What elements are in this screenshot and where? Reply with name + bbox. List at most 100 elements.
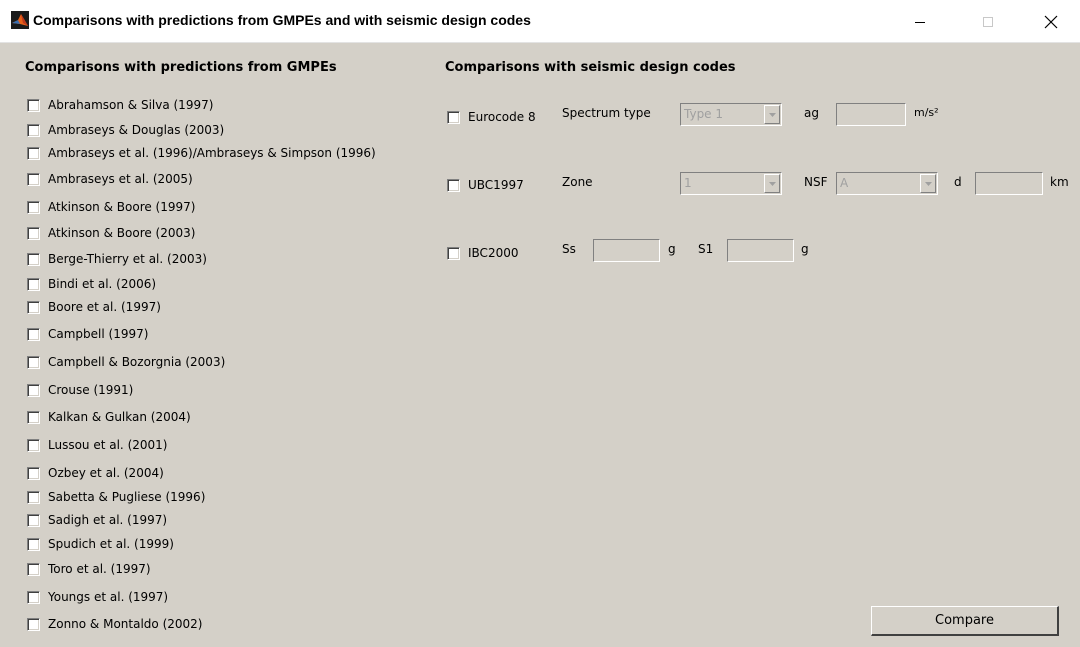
maximize-button[interactable] [965, 0, 1011, 43]
checkbox-box[interactable] [27, 537, 40, 551]
gmpe-checkbox[interactable]: Sadigh et al. (1997) [27, 512, 167, 528]
gmpe-checkbox[interactable]: Ambraseys et al. (1996)/Ambraseys & Simp… [27, 145, 376, 161]
checkbox-box[interactable] [27, 277, 40, 291]
gmpe-checkbox[interactable]: Crouse (1991) [27, 382, 133, 398]
gmpe-checkbox[interactable]: Ambraseys & Douglas (2003) [27, 122, 224, 138]
gmpe-checkbox[interactable]: Boore et al. (1997) [27, 299, 161, 315]
checkbox-box[interactable] [27, 410, 40, 424]
checkbox-box[interactable] [27, 252, 40, 266]
gmpe-checkbox[interactable]: Kalkan & Gulkan (2004) [27, 409, 191, 425]
ss-input[interactable] [593, 239, 660, 262]
minimize-icon [915, 21, 925, 23]
gmpe-checkbox[interactable]: Lussou et al. (2001) [27, 437, 167, 453]
checkbox-box[interactable] [27, 200, 40, 214]
gmpe-checkbox[interactable]: Campbell (1997) [27, 326, 148, 342]
checkbox-box[interactable] [27, 123, 40, 137]
checkbox-box[interactable] [27, 617, 40, 631]
checkbox-box[interactable] [27, 327, 40, 341]
d-unit: km [1050, 175, 1069, 189]
spectrum-type-value: Type 1 [684, 107, 724, 121]
gmpe-checkbox-label: Toro et al. (1997) [48, 562, 151, 576]
gmpe-checkbox-label: Abrahamson & Silva (1997) [48, 98, 214, 112]
ubc1997-label: UBC1997 [468, 178, 524, 192]
gmpe-checkbox[interactable]: Atkinson & Boore (2003) [27, 225, 195, 241]
gmpe-checkbox-label: Atkinson & Boore (1997) [48, 200, 196, 214]
eurocode8-checkbox[interactable]: Eurocode 8 [447, 109, 536, 125]
checkbox-box[interactable] [447, 178, 460, 192]
checkbox-box[interactable] [27, 355, 40, 369]
ubc1997-checkbox[interactable]: UBC1997 [447, 177, 524, 193]
ag-label: ag [804, 106, 819, 120]
gmpe-checkbox[interactable]: Zonno & Montaldo (2002) [27, 616, 202, 632]
nsf-value: A [840, 176, 849, 190]
gmpe-header: Comparisons with predictions from GMPEs [25, 60, 337, 75]
window-title: Comparisons with predictions from GMPEs … [33, 12, 531, 28]
checkbox-box[interactable] [27, 383, 40, 397]
eurocode8-label: Eurocode 8 [468, 110, 536, 124]
gmpe-checkbox[interactable]: Bindi et al. (2006) [27, 276, 156, 292]
matlab-icon [11, 11, 29, 29]
nsf-select[interactable]: A [836, 172, 938, 195]
dialog-body: Comparisons with predictions from GMPEs … [0, 43, 1080, 647]
gmpe-checkbox[interactable]: Ozbey et al. (2004) [27, 465, 164, 481]
zone-label: Zone [562, 175, 593, 189]
checkbox-box[interactable] [27, 466, 40, 480]
spectrum-type-label: Spectrum type [562, 106, 651, 120]
title-bar: Comparisons with predictions from GMPEs … [0, 0, 1080, 43]
ss-unit: g [668, 242, 676, 256]
checkbox-box[interactable] [27, 226, 40, 240]
gmpe-checkbox[interactable]: Sabetta & Pugliese (1996) [27, 489, 205, 505]
gmpe-checkbox-label: Ambraseys et al. (1996)/Ambraseys & Simp… [48, 146, 376, 160]
gmpe-checkbox[interactable]: Toro et al. (1997) [27, 561, 151, 577]
checkbox-box[interactable] [27, 98, 40, 112]
checkbox-box[interactable] [27, 300, 40, 314]
gmpe-checkbox-label: Boore et al. (1997) [48, 300, 161, 314]
gmpe-checkbox-label: Campbell (1997) [48, 327, 149, 341]
gmpe-checkbox[interactable]: Youngs et al. (1997) [27, 589, 168, 605]
gmpe-checkbox-label: Lussou et al. (2001) [48, 438, 168, 452]
spectrum-type-select[interactable]: Type 1 [680, 103, 782, 126]
dropdown-arrow[interactable] [764, 174, 780, 193]
ibc2000-checkbox[interactable]: IBC2000 [447, 245, 518, 261]
s1-unit: g [801, 242, 809, 256]
gmpe-checkbox[interactable]: Atkinson & Boore (1997) [27, 199, 195, 215]
dropdown-arrow[interactable] [920, 174, 936, 193]
checkbox-box[interactable] [27, 513, 40, 527]
checkbox-box[interactable] [27, 172, 40, 186]
nsf-label: NSF [804, 175, 828, 189]
gmpe-checkbox[interactable]: Ambraseys et al. (2005) [27, 171, 193, 187]
ss-label: Ss [562, 242, 576, 256]
ag-input[interactable] [836, 103, 906, 126]
gmpe-checkbox-label: Bindi et al. (2006) [48, 277, 157, 291]
checkbox-box[interactable] [447, 110, 460, 124]
checkbox-box[interactable] [27, 590, 40, 604]
checkbox-box[interactable] [27, 562, 40, 576]
s1-input[interactable] [727, 239, 794, 262]
gmpe-checkbox-label: Ambraseys & Douglas (2003) [48, 123, 225, 137]
zone-select[interactable]: 1 [680, 172, 782, 195]
minimize-button[interactable] [897, 0, 943, 43]
checkbox-box[interactable] [27, 146, 40, 160]
gmpe-checkbox-label: Campbell & Bozorgnia (2003) [48, 355, 226, 369]
dropdown-arrow[interactable] [764, 105, 780, 124]
codes-header: Comparisons with seismic design codes [445, 60, 736, 75]
gmpe-checkbox[interactable]: Spudich et al. (1999) [27, 536, 174, 552]
gmpe-checkbox[interactable]: Abrahamson & Silva (1997) [27, 97, 213, 113]
checkbox-box[interactable] [27, 490, 40, 504]
gmpe-checkbox[interactable]: Berge-Thierry et al. (2003) [27, 251, 207, 267]
close-icon [1044, 15, 1058, 28]
gmpe-checkbox[interactable]: Campbell & Bozorgnia (2003) [27, 354, 225, 370]
compare-button[interactable]: Compare [871, 606, 1059, 636]
gmpe-checkbox-label: Crouse (1991) [48, 383, 134, 397]
gmpe-checkbox-label: Zonno & Montaldo (2002) [48, 617, 203, 631]
checkbox-box[interactable] [447, 246, 460, 260]
close-button[interactable] [1028, 0, 1074, 43]
checkbox-box[interactable] [27, 438, 40, 452]
d-input[interactable] [975, 172, 1043, 195]
chevron-down-icon [768, 112, 776, 117]
gmpe-checkbox-label: Kalkan & Gulkan (2004) [48, 410, 191, 424]
chevron-down-icon [768, 181, 776, 186]
zone-value: 1 [684, 176, 692, 190]
gmpe-checkbox-label: Atkinson & Boore (2003) [48, 226, 196, 240]
gmpe-checkbox-label: Spudich et al. (1999) [48, 537, 174, 551]
